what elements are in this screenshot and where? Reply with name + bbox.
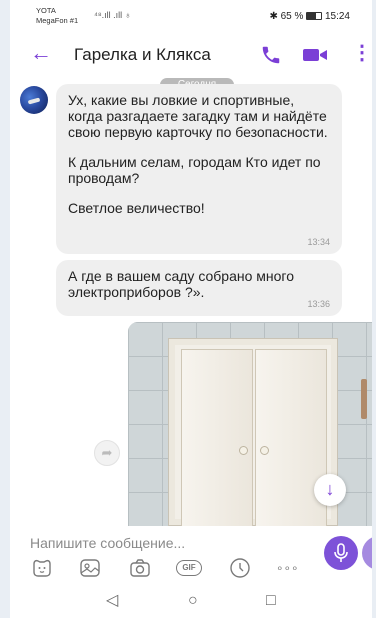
message-input[interactable]	[30, 532, 310, 554]
message-bubble[interactable]: Ух, какие вы ловкие и спортивные, когда …	[56, 84, 342, 254]
door-knob	[260, 446, 269, 455]
gif-icon[interactable]: GIF	[176, 556, 204, 580]
message-bubble[interactable]: А где в вашем саду собрано много электро…	[56, 260, 342, 316]
forward-icon[interactable]: ➦	[94, 440, 120, 466]
clock-icon[interactable]	[228, 556, 252, 580]
gif-label: GIF	[176, 560, 202, 576]
battery-percent: 65 %	[280, 11, 304, 22]
voice-message-button[interactable]	[324, 536, 358, 570]
chat-area[interactable]: Сегодня Ух, какие вы ловкие и спортивные…	[10, 78, 372, 526]
camera-icon[interactable]	[128, 556, 152, 580]
signal-icons: ⁴⁸.ıll .ıll ♁	[94, 10, 132, 20]
carrier-info: YOTA MegaFon #1	[36, 6, 78, 26]
message-text: Светлое величество!	[68, 200, 205, 216]
phone-screen: YOTA MegaFon #1 ⁴⁸.ıll .ıll ♁ ✱ 65 % 15:…	[10, 0, 372, 618]
battery-icon	[306, 12, 323, 20]
secondary-button[interactable]	[362, 536, 372, 570]
chat-header: ← Гарелка и Клякса ⋮	[10, 32, 372, 78]
microphone-icon	[334, 543, 348, 562]
composer-toolbar: GIF ∘∘∘	[10, 556, 310, 582]
bluetooth-icon: ✱	[269, 11, 278, 22]
clock: 15:24	[324, 11, 350, 22]
sticker-icon[interactable]	[30, 556, 54, 580]
more-options-icon[interactable]: ∘∘∘	[276, 556, 304, 580]
more-vertical-icon[interactable]: ⋮	[352, 43, 372, 63]
composer: GIF ∘∘∘	[10, 526, 372, 582]
message-text: А где в вашем саду собрано много электро…	[68, 268, 294, 300]
thermometer	[361, 379, 367, 419]
status-bar: YOTA MegaFon #1 ⁴⁸.ıll .ıll ♁ ✱ 65 % 15:…	[10, 0, 372, 32]
nav-back-icon[interactable]: ◁	[106, 592, 118, 610]
navigation-bar: ◁ ○ □	[10, 586, 372, 618]
phone-call-icon[interactable]	[260, 44, 282, 66]
message-time: 13:36	[307, 299, 330, 309]
nav-home-icon[interactable]: ○	[188, 592, 198, 610]
message-text: Ух, какие вы ловкие и спортивные, когда …	[68, 92, 328, 140]
nav-recent-icon[interactable]: □	[266, 592, 276, 610]
video-call-icon[interactable]	[302, 46, 328, 64]
scroll-down-icon[interactable]: ↓	[314, 474, 346, 506]
carrier-name: YOTA	[36, 6, 56, 15]
message-text: К дальним селам, городам Кто идет по про…	[68, 154, 321, 186]
door-knob	[239, 446, 248, 455]
avatar[interactable]	[20, 86, 48, 114]
back-arrow-icon[interactable]: ←	[30, 42, 52, 64]
carrier-name-2: MegaFon #1	[36, 16, 79, 25]
chat-title[interactable]: Гарелка и Клякса	[74, 45, 211, 65]
message-time: 13:34	[307, 237, 330, 247]
status-right: ✱ 65 % 15:24	[269, 11, 350, 22]
cabinet-frame	[168, 338, 367, 526]
cabinet-door-left	[181, 349, 253, 526]
gallery-icon[interactable]	[78, 556, 102, 580]
